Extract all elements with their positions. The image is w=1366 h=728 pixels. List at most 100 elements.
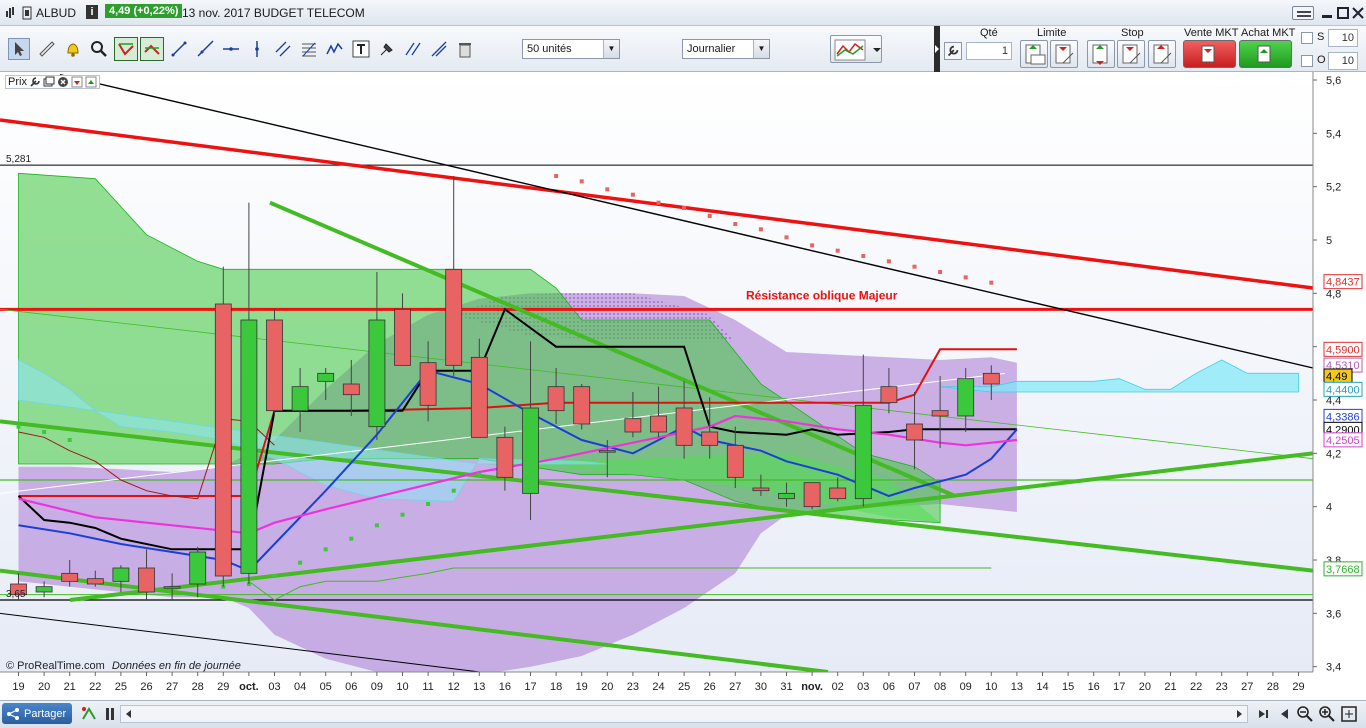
date-instrument-label: 13 nov. 2017 BUDGET TELECOM — [182, 6, 365, 20]
sar-point — [835, 248, 840, 253]
sar-point — [323, 547, 328, 552]
stop-sell-button[interactable] — [1117, 40, 1145, 68]
zigzag-tool-icon[interactable] — [324, 38, 346, 60]
fibonacci-icon[interactable] — [298, 38, 320, 60]
candle-body — [854, 404, 872, 500]
chart-move-up-icon[interactable] — [85, 76, 97, 88]
fit-icon[interactable] — [1340, 705, 1358, 723]
text-tool-icon[interactable] — [350, 38, 372, 60]
date-tick-label: 15 — [1062, 681, 1074, 693]
ray-tool-icon[interactable] — [194, 38, 216, 60]
pointer-tool-icon[interactable] — [8, 38, 30, 60]
date-tick-label: 11 — [422, 681, 433, 693]
horizontal-line-icon[interactable] — [220, 38, 242, 60]
scroll-right-icon[interactable] — [1231, 706, 1247, 722]
date-tick-label: 27 — [729, 681, 741, 693]
chart-settings-wrench-icon[interactable] — [29, 76, 41, 88]
stop-buy-button[interactable] — [1087, 40, 1115, 68]
sar-point — [758, 227, 763, 232]
date-tick-label: 21 — [64, 681, 76, 693]
date-tick-label: 14 — [1036, 681, 1048, 693]
parallel-tool-icon[interactable] — [402, 38, 424, 60]
trend-tool-red-icon[interactable] — [114, 37, 138, 61]
zoom-left-icon[interactable] — [1276, 705, 1292, 723]
limit-buy-button[interactable] — [1020, 40, 1048, 68]
date-tick-label: 29 — [1292, 681, 1304, 693]
candle-body — [112, 567, 130, 582]
sar-point — [784, 235, 789, 240]
chart-window-icon[interactable] — [43, 76, 55, 88]
period-select[interactable]: Journalier ▼ — [682, 39, 770, 59]
sar-point — [682, 206, 687, 210]
pause-icon[interactable] — [104, 705, 116, 723]
candle-body — [829, 487, 847, 500]
date-tick-label: 16 — [1088, 681, 1100, 693]
o-value-input[interactable]: 10 — [1328, 52, 1358, 70]
zoom-icon[interactable] — [88, 38, 110, 60]
date-tick-label: 07 — [908, 681, 920, 693]
drawing-list-icon[interactable] — [80, 705, 98, 723]
price-chart[interactable]: 5,65,45,254,84,64,44,243,83,63,4 1920212… — [0, 72, 1366, 700]
units-select[interactable]: 50 unités ▼ — [522, 39, 620, 59]
prorealtime-credit: © ProRealTime.com — [6, 660, 105, 672]
chart-move-down-icon[interactable] — [71, 76, 83, 88]
candle-body — [189, 551, 207, 585]
price-tick-label: 5 — [1326, 235, 1332, 247]
ruler-tool-icon[interactable] — [36, 38, 58, 60]
date-tick-label: 28 — [1267, 681, 1279, 693]
limit-sell-button[interactable] — [1050, 40, 1078, 68]
trash-icon[interactable] — [454, 38, 476, 60]
indicators-button[interactable] — [830, 35, 882, 63]
date-tick-label: 26 — [704, 681, 716, 693]
scroll-left-icon[interactable] — [121, 706, 137, 722]
o-checkbox[interactable] — [1301, 55, 1313, 67]
sell-mkt-label: Vente MKT — [1184, 27, 1239, 39]
alert-bell-icon[interactable] — [62, 38, 84, 60]
settings-wrench-icon[interactable] — [944, 42, 962, 60]
date-tick-label: 17 — [524, 681, 536, 693]
date-tick-label: 27 — [1241, 681, 1253, 693]
info-icon[interactable]: i — [86, 5, 98, 19]
cross-tool-icon[interactable] — [428, 38, 450, 60]
date-tick-label: 04 — [294, 681, 306, 693]
sar-point — [426, 502, 431, 506]
vertical-line-icon[interactable] — [246, 38, 268, 60]
date-tick-label: 22 — [89, 681, 101, 693]
date-tick-label: 25 — [115, 681, 127, 693]
candle-body — [214, 303, 232, 577]
date-tick-label: 24 — [652, 681, 664, 693]
date-tick-label: 25 — [678, 681, 690, 693]
channel-tool-icon[interactable] — [272, 38, 294, 60]
sar-point — [554, 174, 559, 178]
line-tool-icon[interactable] — [168, 38, 190, 60]
s-value-input[interactable]: 10 — [1328, 29, 1358, 47]
price-label-text: 4,4400 — [1326, 384, 1360, 396]
restore-button[interactable] — [1336, 6, 1350, 20]
resistance-annotation: Résistance oblique Majeur — [746, 288, 898, 302]
trend-tool-green-icon[interactable] — [140, 37, 164, 61]
minimize-button[interactable] — [1320, 6, 1334, 20]
zoom-out-icon[interactable] — [1296, 705, 1314, 723]
price-chart-canvas[interactable]: 5,65,45,254,84,64,44,243,83,63,4 1920212… — [0, 72, 1366, 700]
zoom-in-icon[interactable] — [1318, 705, 1336, 723]
share-button[interactable]: Partager — [2, 703, 72, 724]
date-tick-label: 20 — [1139, 681, 1151, 693]
time-scrollbar[interactable] — [120, 705, 1248, 723]
s-checkbox[interactable] — [1301, 32, 1313, 44]
date-tick-label: 05 — [320, 681, 332, 693]
order-panel-arrow-icon[interactable] — [934, 44, 940, 54]
sar-point — [477, 472, 482, 477]
chart-close-icon[interactable] — [57, 76, 69, 88]
close-button[interactable] — [1352, 6, 1364, 20]
share-label: Partager — [24, 707, 67, 720]
price-label-text: 3,7668 — [1326, 564, 1360, 576]
buy-market-button[interactable] — [1239, 40, 1292, 68]
window-menu-icon[interactable] — [1292, 6, 1314, 20]
pin-tool-icon[interactable] — [376, 38, 398, 60]
sell-market-button[interactable] — [1183, 40, 1236, 68]
stop-trailing-button[interactable] — [1148, 40, 1176, 68]
qty-input[interactable]: 1 — [966, 42, 1012, 60]
date-tick-label: 10 — [985, 681, 997, 693]
sar-point — [42, 430, 47, 434]
scroll-to-end-icon[interactable] — [1256, 705, 1272, 723]
